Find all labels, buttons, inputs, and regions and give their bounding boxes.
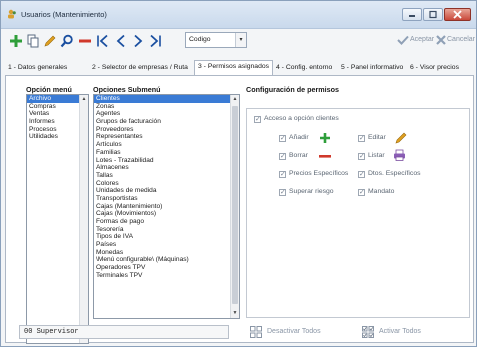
chevron-down-icon[interactable]: ▾: [235, 33, 246, 47]
maximize-button[interactable]: [423, 8, 443, 21]
activate-all-icon: [362, 326, 374, 338]
tab-visor-precios[interactable]: 6 - Visor precios: [407, 62, 462, 75]
submenu-option-item[interactable]: Tallas: [94, 172, 239, 180]
edit-label: Editar: [368, 134, 386, 141]
tab-panel-informativo[interactable]: 5 - Panel informativo: [338, 62, 406, 75]
submenu-option-item[interactable]: Monedas: [94, 249, 239, 257]
tab-selector-empresas[interactable]: 2 - Selector de empresas / Ruta: [89, 62, 191, 75]
delete-checkbox[interactable]: [279, 152, 286, 160]
submenu-option-item[interactable]: Tipos de IVA: [94, 233, 239, 241]
order-combo-value: Codigo: [189, 36, 211, 43]
menu-options-header: Opción menú: [26, 85, 72, 94]
cancel-icon: [436, 35, 446, 45]
printer-icon: [394, 149, 405, 161]
accept-button[interactable]: Aceptar: [410, 36, 434, 43]
access-checkbox[interactable]: [254, 115, 261, 123]
submenu-option-item[interactable]: Agentes: [94, 110, 239, 118]
submenu-option-item[interactable]: Cajas (Mantenimiento): [94, 203, 239, 211]
submenu-option-item[interactable]: Tesorería: [94, 226, 239, 234]
add-checkbox[interactable]: [279, 134, 286, 142]
list-label: Listar: [368, 152, 385, 159]
submenu-option-item[interactable]: Clientes: [94, 95, 239, 103]
title-bar: Usuarios (Mantenimiento): [1, 1, 476, 29]
submenu-option-item[interactable]: Colores: [94, 180, 239, 188]
permissions-box: Acceso a opción clientes Añadir Editar B…: [246, 108, 470, 318]
close-button[interactable]: [444, 8, 471, 21]
minimize-icon: [409, 15, 415, 17]
tab-datos-generales[interactable]: 1 - Datos generales: [5, 62, 70, 75]
permissions-panel: Opción menú Opciones Submenú Configuraci…: [5, 75, 474, 344]
submenu-option-item[interactable]: \Menú configurable\ (Máquinas): [94, 256, 239, 264]
close-icon: [453, 10, 462, 19]
menu-options-list[interactable]: Archivo Compras Ventas Informes Procesos Util…: [26, 94, 89, 344]
next-icon[interactable]: [131, 34, 145, 48]
submenu-option-item[interactable]: Familias: [94, 149, 239, 157]
tab-config-entorno[interactable]: 4 - Config. entorno: [273, 62, 335, 75]
exceed-risk-label: Superar riesgo: [289, 188, 334, 195]
edit-checkbox[interactable]: [358, 134, 365, 142]
user-status-field: 00 Supervisor: [19, 325, 229, 339]
submenu-option-item[interactable]: Formas de pago: [94, 218, 239, 226]
pencil-icon: [395, 132, 407, 144]
window-title: Usuarios (Mantenimiento): [21, 10, 107, 19]
main-window: Usuarios (Mantenimiento) Codigo ▾ Acepta…: [0, 0, 477, 347]
mandate-checkbox[interactable]: [358, 188, 365, 196]
submenu-option-item[interactable]: Zonas: [94, 103, 239, 111]
submenu-scrollbar[interactable]: ▲ ▼: [230, 95, 239, 318]
submenu-option-item[interactable]: Proveedores: [94, 126, 239, 134]
add-icon[interactable]: [9, 34, 23, 48]
order-combo[interactable]: Codigo ▾: [185, 32, 247, 48]
access-label: Acceso a opción clientes: [264, 115, 339, 122]
search-icon[interactable]: [60, 34, 74, 48]
submenu-option-item[interactable]: Grupos de facturación: [94, 118, 239, 126]
scroll-thumb[interactable]: [232, 106, 238, 304]
tab-permisos-asignados[interactable]: 3 - Permisos asignados: [194, 60, 274, 76]
specific-discounts-checkbox[interactable]: [358, 170, 365, 178]
mandate-label: Mandato: [368, 188, 395, 195]
submenu-option-item[interactable]: Transportistas: [94, 195, 239, 203]
submenu-option-item[interactable]: Terminales TPV: [94, 272, 239, 280]
add-icon: [320, 133, 330, 143]
submenu-option-item[interactable]: Países: [94, 241, 239, 249]
submenu-options-list[interactable]: Clientes Zonas Agentes Grupos de facturació…: [93, 94, 240, 319]
scroll-down-icon[interactable]: ▼: [231, 309, 239, 318]
submenu-option-item[interactable]: Almacenes: [94, 164, 239, 172]
menu-scrollbar[interactable]: ▲ ▼: [79, 95, 88, 343]
minus-icon: [319, 155, 331, 158]
cancel-button[interactable]: Cancelar: [447, 36, 475, 43]
add-label: Añadir: [289, 134, 309, 141]
specific-discounts-label: Dtos. Específicos: [368, 170, 421, 177]
scroll-up-icon[interactable]: ▲: [80, 95, 88, 104]
submenu-option-item[interactable]: Operadores TPV: [94, 264, 239, 272]
accept-icon: [397, 35, 409, 45]
copy-icon[interactable]: [26, 34, 40, 48]
permissions-header: Configuración de permisos: [246, 85, 340, 94]
delete-icon[interactable]: [78, 34, 92, 48]
maximize-icon: [429, 10, 437, 19]
last-icon[interactable]: [148, 34, 162, 48]
submenu-options-header: Opciones Submenú: [93, 85, 161, 94]
users-app-icon: [8, 9, 16, 19]
tab-bar: 1 - Datos generales 2 - Selector de empr…: [5, 60, 474, 76]
scroll-up-icon[interactable]: ▲: [231, 95, 239, 104]
exceed-risk-checkbox[interactable]: [279, 188, 286, 196]
list-checkbox[interactable]: [358, 152, 365, 160]
activate-all-button[interactable]: Activar Todos: [379, 328, 421, 335]
submenu-options-items: Clientes Zonas Agentes Grupos de facturació…: [94, 95, 239, 280]
submenu-option-item[interactable]: Cajas (Movimientos): [94, 210, 239, 218]
submenu-option-item[interactable]: Representantes: [94, 133, 239, 141]
specific-prices-label: Precios Específicos: [289, 170, 349, 177]
prev-icon[interactable]: [114, 34, 128, 48]
submenu-option-item[interactable]: Lotes - Trazabilidad: [94, 157, 239, 165]
submenu-option-item[interactable]: Unidades de medida: [94, 187, 239, 195]
delete-label: Borrar: [289, 152, 308, 159]
specific-prices-checkbox[interactable]: [279, 170, 286, 178]
edit-icon[interactable]: [43, 34, 57, 48]
deactivate-all-icon: [250, 326, 262, 338]
submenu-option-item[interactable]: Artículos: [94, 141, 239, 149]
minimize-button[interactable]: [402, 8, 422, 21]
first-icon[interactable]: [96, 34, 110, 48]
deactivate-all-button[interactable]: Desactivar Todos: [267, 328, 321, 335]
